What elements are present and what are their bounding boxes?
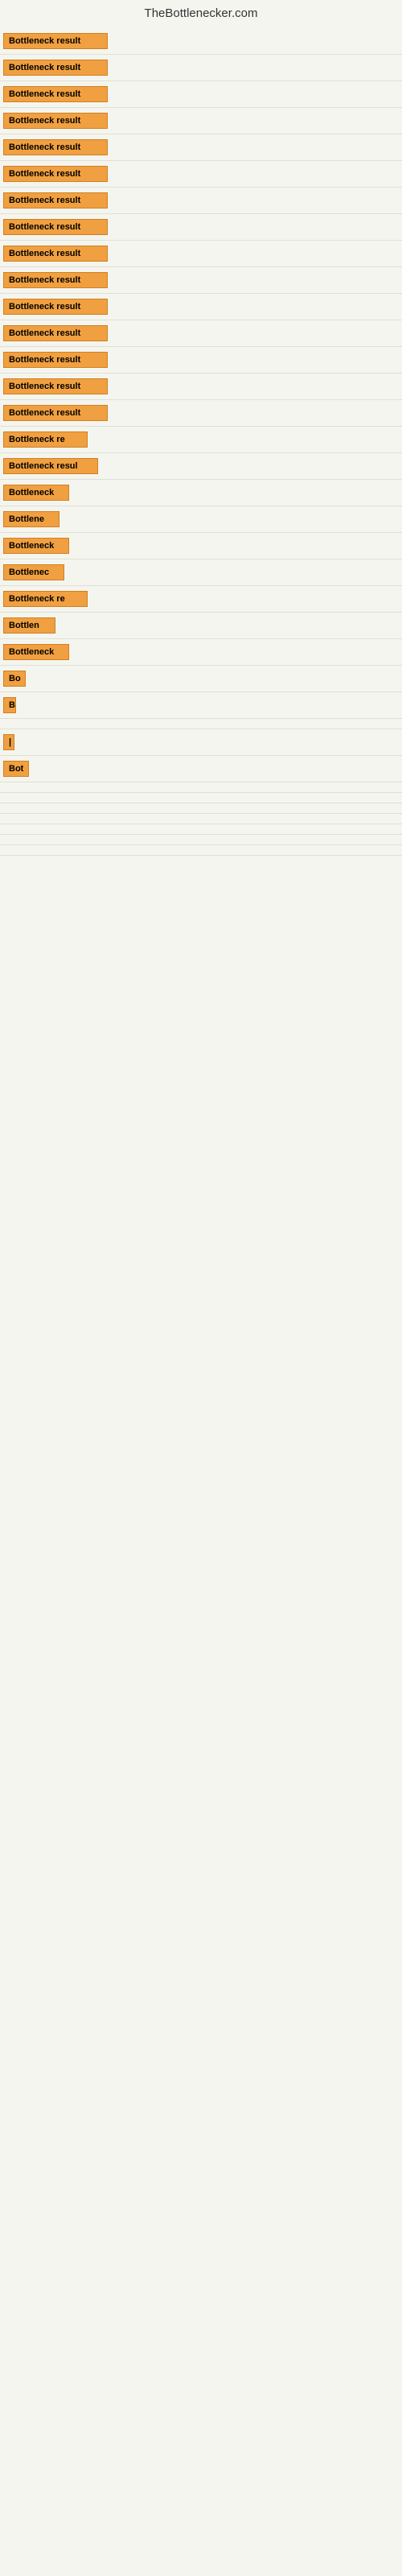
bottleneck-badge[interactable]: Bottleneck result [3, 33, 108, 49]
list-item: Bottleneck result [0, 320, 402, 347]
bottleneck-badge[interactable]: | [3, 734, 14, 750]
list-item: Bottleneck re [0, 427, 402, 453]
list-item: B [0, 692, 402, 719]
bottleneck-badge[interactable]: Bottleneck [3, 485, 69, 501]
bottleneck-badge[interactable]: Bottlen [3, 617, 55, 634]
list-item: Bottleneck result [0, 188, 402, 214]
list-item: Bottleneck result [0, 241, 402, 267]
bottleneck-badge[interactable]: Bottleneck result [3, 325, 108, 341]
bottleneck-badge[interactable]: Bottleneck result [3, 166, 108, 182]
list-item: Bottleneck result [0, 108, 402, 134]
list-item: Bottleneck [0, 639, 402, 666]
bottleneck-badge[interactable]: Bottleneck result [3, 246, 108, 262]
list-item: Bottleneck result [0, 134, 402, 161]
bottleneck-badge[interactable]: Bottleneck result [3, 139, 108, 155]
bottleneck-badge[interactable]: Bot [3, 761, 29, 777]
list-item: Bottlene [0, 506, 402, 533]
bottleneck-badge[interactable]: Bottleneck result [3, 299, 108, 315]
list-item: Bo [0, 666, 402, 692]
list-item: Bottleneck result [0, 347, 402, 374]
list-item: Bottleneck resul [0, 453, 402, 480]
bottleneck-badge[interactable]: B [3, 697, 16, 713]
list-item [0, 719, 402, 729]
list-item: | [0, 729, 402, 756]
list-item: Bottleneck result [0, 400, 402, 427]
bottleneck-badge[interactable]: Bo [3, 671, 26, 687]
bottleneck-badge[interactable]: Bottleneck result [3, 60, 108, 76]
list-item: Bottleneck result [0, 294, 402, 320]
list-item: Bottleneck [0, 480, 402, 506]
list-item: Bottleneck result [0, 214, 402, 241]
bottleneck-badge[interactable]: Bottlenec [3, 564, 64, 580]
list-item [0, 793, 402, 803]
bottleneck-badge[interactable]: Bottleneck resul [3, 458, 98, 474]
list-item: Bottlenec [0, 559, 402, 586]
list-item [0, 814, 402, 824]
bottleneck-badge[interactable]: Bottleneck result [3, 378, 108, 394]
list-item: Bottlen [0, 613, 402, 639]
bottleneck-badge[interactable]: Bottleneck [3, 644, 69, 660]
list-item [0, 803, 402, 814]
list-item: Bottleneck re [0, 586, 402, 613]
bottleneck-badge[interactable]: Bottleneck result [3, 113, 108, 129]
bottleneck-badge[interactable]: Bottleneck result [3, 352, 108, 368]
list-item [0, 824, 402, 835]
bottleneck-badge[interactable]: Bottleneck re [3, 431, 88, 448]
bottleneck-badge[interactable]: Bottlene [3, 511, 59, 527]
bottleneck-badge[interactable]: Bottleneck [3, 538, 69, 554]
list-item: Bottleneck result [0, 28, 402, 55]
bottleneck-badge[interactable]: Bottleneck result [3, 405, 108, 421]
list-item: Bot [0, 756, 402, 782]
bottleneck-badge[interactable]: Bottleneck result [3, 86, 108, 102]
list-item: Bottleneck result [0, 81, 402, 108]
list-item: Bottleneck result [0, 55, 402, 81]
list-item: Bottleneck [0, 533, 402, 559]
list-item [0, 782, 402, 793]
bottleneck-badge[interactable]: Bottleneck result [3, 272, 108, 288]
site-title: TheBottlenecker.com [0, 0, 402, 28]
list-item: Bottleneck result [0, 267, 402, 294]
list-item: Bottleneck result [0, 161, 402, 188]
list-item [0, 835, 402, 845]
bottleneck-badge[interactable]: Bottleneck result [3, 192, 108, 208]
list-item: Bottleneck result [0, 374, 402, 400]
list-item [0, 845, 402, 856]
bottleneck-badge[interactable]: Bottleneck result [3, 219, 108, 235]
bottleneck-badge[interactable]: Bottleneck re [3, 591, 88, 607]
